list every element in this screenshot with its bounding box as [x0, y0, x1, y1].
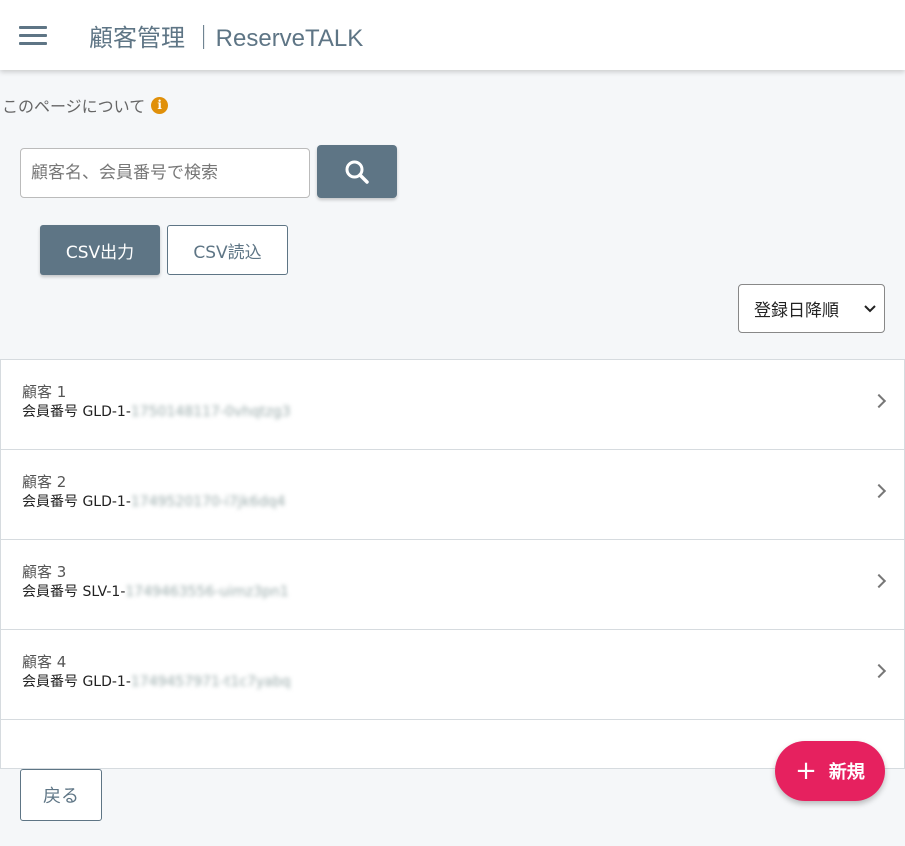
list-item[interactable]: 顧客 4 会員番号 GLD-1-1749457971-t1c7yabq	[1, 630, 904, 720]
customer-list: 顧客 1 会員番号 GLD-1-1750148117-0vhqtzg3 顧客 2…	[0, 359, 905, 769]
info-icon[interactable]: i	[151, 96, 169, 114]
search-icon	[345, 160, 369, 184]
about-page-link[interactable]: このページについて i	[2, 93, 169, 117]
customer-name: 顧客 2	[22, 473, 67, 491]
new-label: 新規	[828, 762, 865, 783]
customer-name: 顧客 1	[22, 383, 67, 401]
about-label: このページについて	[2, 97, 146, 116]
chevron-down-icon	[864, 304, 876, 312]
list-item[interactable]: 顧客 2 会員番号 GLD-1-1749520170-i7jk6dq4	[1, 450, 904, 540]
search-button[interactable]	[317, 145, 397, 198]
new-customer-button[interactable]: + 新規	[775, 741, 885, 801]
customer-name: 顧客 3	[22, 563, 67, 581]
member-number: 会員番号 GLD-1-1749520170-i7jk6dq4	[22, 494, 286, 510]
search-input[interactable]	[20, 148, 310, 198]
csv-export-button[interactable]: CSV出力	[40, 225, 160, 275]
list-item[interactable]: 顧客 1 会員番号 GLD-1-1750148117-0vhqtzg3	[1, 360, 904, 450]
csv-import-button[interactable]: CSV読込	[167, 225, 288, 275]
member-number: 会員番号 SLV-1-1749463556-uimz3pn1	[22, 584, 289, 600]
page-title: 顧客管理 ｜ReserveTALK	[89, 24, 364, 52]
back-button[interactable]: 戻る	[20, 769, 102, 821]
plus-icon: +	[795, 756, 817, 786]
list-item[interactable]: 顧客 3 会員番号 SLV-1-1749463556-uimz3pn1	[1, 540, 904, 630]
member-number: 会員番号 GLD-1-1749457971-t1c7yabq	[22, 674, 291, 690]
sort-selected-value: 登録日降順	[754, 301, 839, 321]
app-header: 顧客管理 ｜ReserveTALK	[0, 0, 905, 70]
member-number: 会員番号 GLD-1-1750148117-0vhqtzg3	[22, 404, 291, 420]
sort-select[interactable]: 登録日降順	[738, 284, 885, 333]
hamburger-menu-icon[interactable]	[19, 21, 47, 50]
customer-name: 顧客 4	[22, 653, 67, 671]
